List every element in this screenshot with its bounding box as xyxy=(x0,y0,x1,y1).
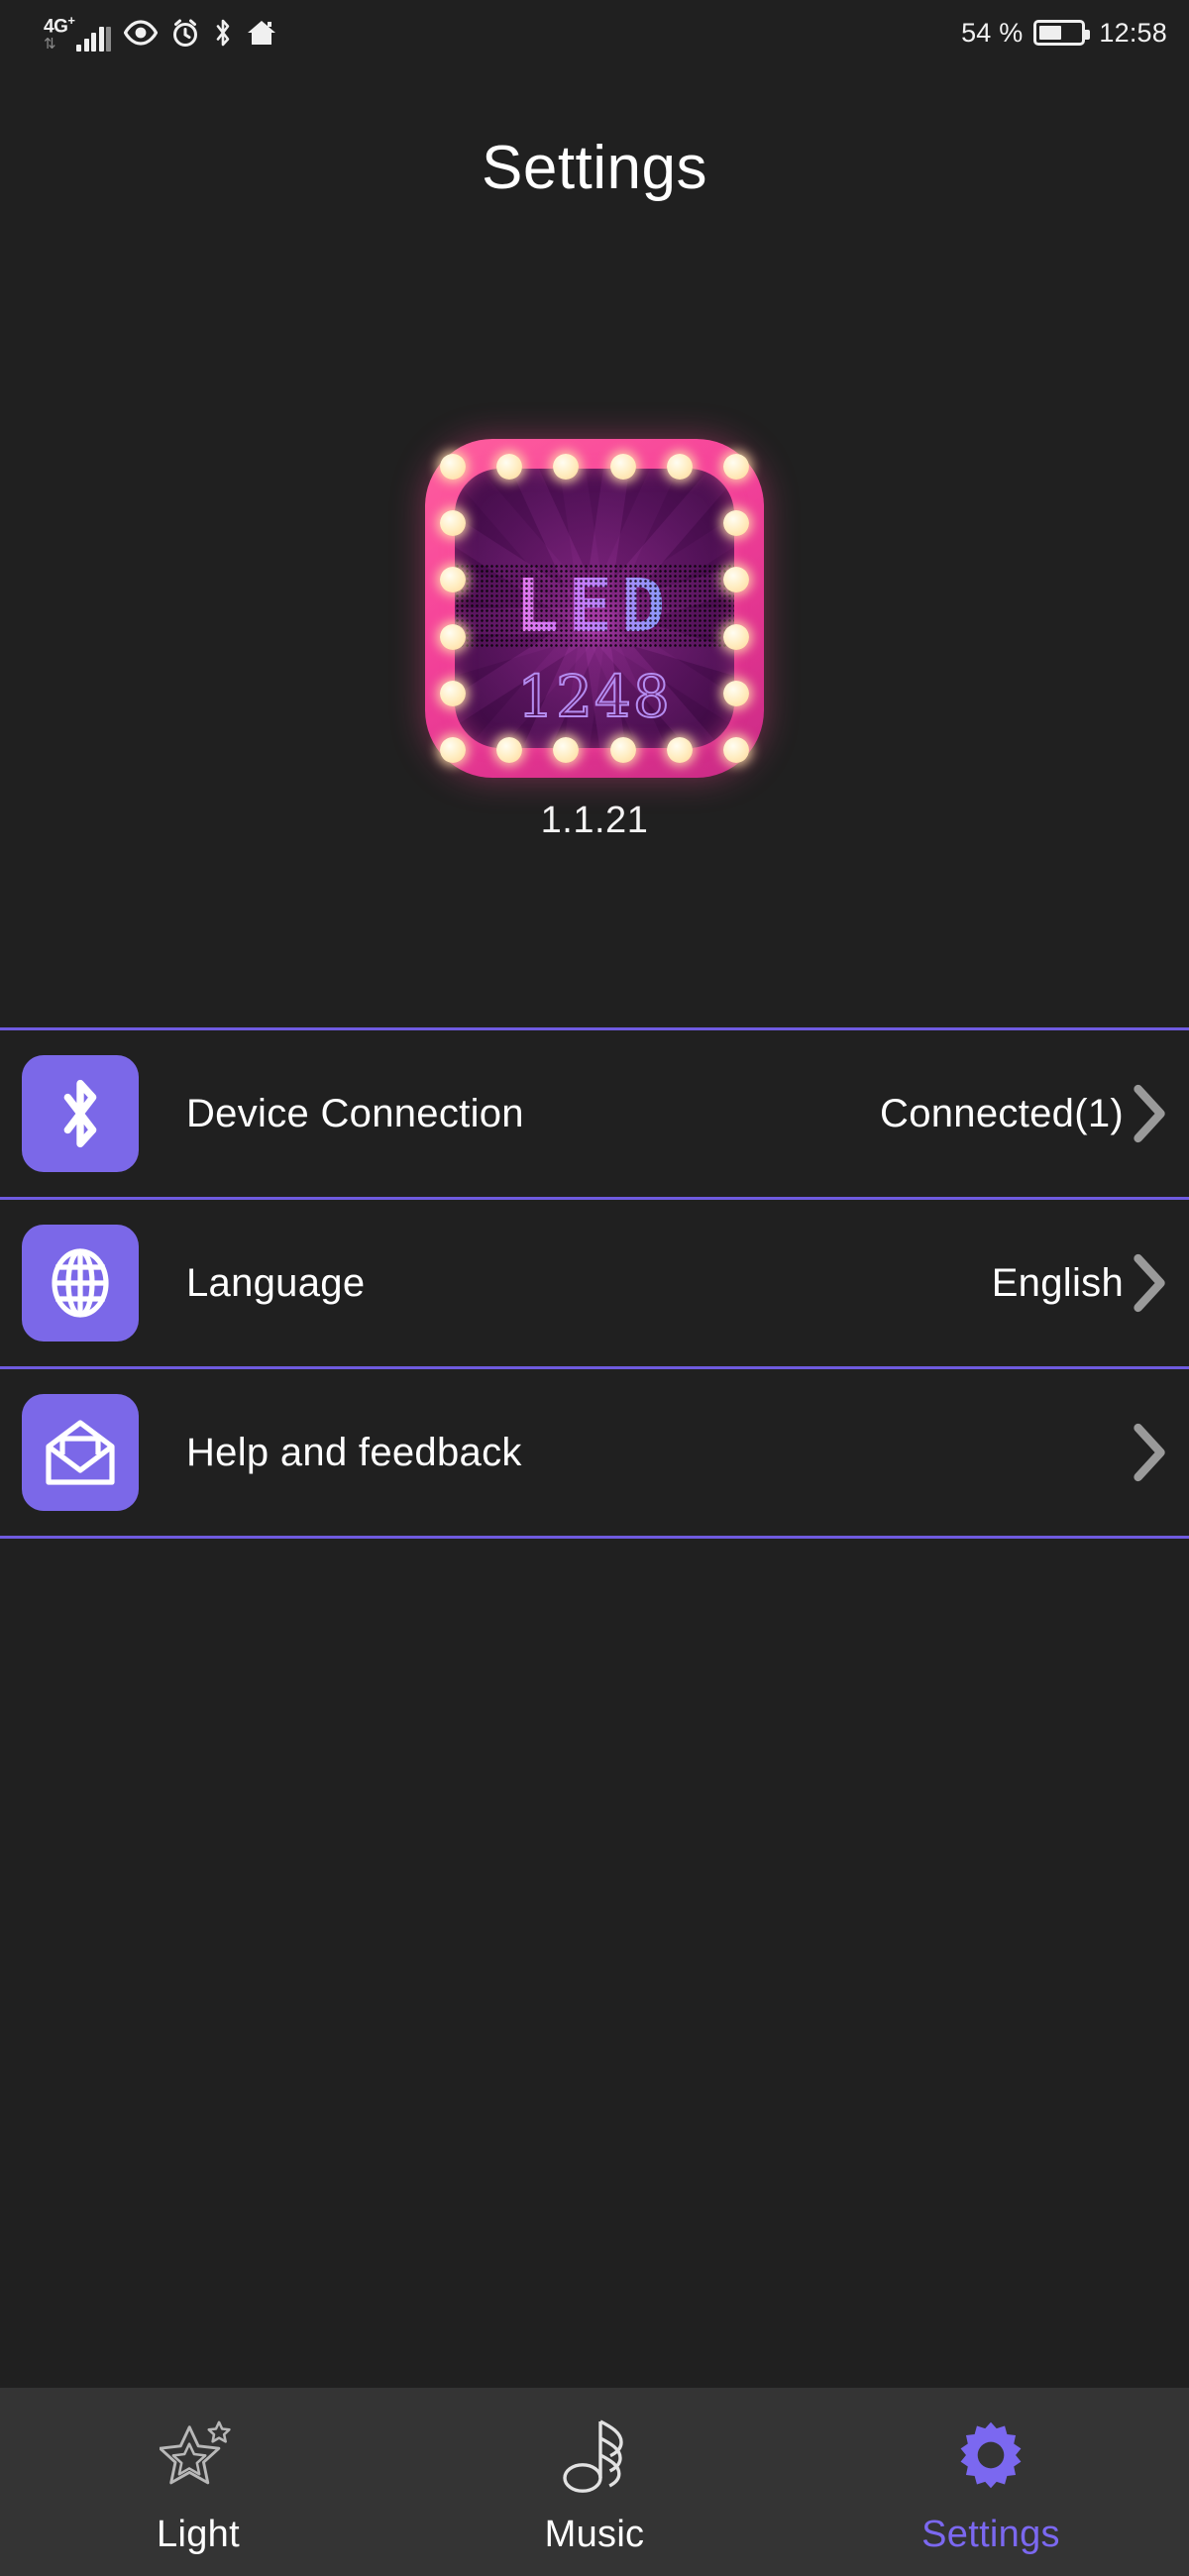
app-version-label: 1.1.21 xyxy=(540,800,649,841)
settings-row-label: Help and feedback xyxy=(186,1430,522,1474)
envelope-icon xyxy=(22,1394,139,1511)
bottom-navigation-bar: Light Music Settings xyxy=(0,2388,1189,2576)
eye-icon xyxy=(124,20,159,46)
page-title: Settings xyxy=(481,134,708,202)
list-divider xyxy=(0,1536,1189,1539)
music-note-icon xyxy=(562,2415,627,2496)
settings-row-device-connection[interactable]: Device Connection Connected(1) xyxy=(0,1030,1189,1197)
chevron-right-icon[interactable] xyxy=(1128,1420,1169,1485)
tab-label: Light xyxy=(157,2513,240,2555)
clock-label: 12:58 xyxy=(1099,17,1167,48)
network-indicator: 4G+ ⇅ xyxy=(44,12,112,54)
status-bar: 4G+ ⇅ 54 % 12:58 xyxy=(0,0,1189,65)
settings-list: Device Connection Connected(1) Language … xyxy=(0,1027,1189,1539)
tab-label: Music xyxy=(544,2513,645,2555)
chevron-right-icon[interactable] xyxy=(1128,1250,1169,1316)
settings-row-label: Language xyxy=(186,1260,366,1305)
globe-icon xyxy=(22,1225,139,1342)
settings-row-label: Device Connection xyxy=(186,1091,524,1135)
network-type: 4G+ ⇅ xyxy=(44,12,75,54)
data-transfer-icon: ⇅ xyxy=(44,36,56,54)
settings-row-value: English xyxy=(991,1260,1124,1305)
app-logo-number: 1248 xyxy=(516,662,672,731)
settings-row-value: Connected(1) xyxy=(880,1091,1124,1135)
chevron-right-icon[interactable] xyxy=(1128,1081,1169,1146)
network-generation-label: 4G+ xyxy=(44,12,75,38)
app-logo-screen: LED 1248 xyxy=(455,469,734,748)
led-dot-grid-overlay xyxy=(455,564,734,649)
bluetooth-icon xyxy=(217,19,230,47)
gear-icon xyxy=(955,2415,1027,2496)
status-bar-right: 54 % 12:58 xyxy=(961,18,1167,49)
signal-bars-icon xyxy=(76,26,112,53)
battery-icon xyxy=(1033,20,1091,46)
tab-music[interactable]: Music xyxy=(396,2388,793,2576)
status-bar-left: 4G+ ⇅ xyxy=(44,12,277,54)
settings-row-language[interactable]: Language English xyxy=(0,1200,1189,1366)
app-info-block: LED 1248 1.1.21 xyxy=(425,439,764,842)
stars-icon xyxy=(160,2415,237,2496)
alarm-clock-icon xyxy=(173,19,198,47)
tab-light[interactable]: Light xyxy=(0,2388,396,2576)
home-icon xyxy=(248,20,276,45)
tab-label: Settings xyxy=(921,2513,1060,2555)
battery-percent-label: 54 % xyxy=(961,17,1024,48)
settings-row-help-and-feedback[interactable]: Help and feedback xyxy=(0,1369,1189,1536)
tab-settings[interactable]: Settings xyxy=(793,2388,1189,2576)
bluetooth-icon xyxy=(22,1055,139,1172)
led-marquee-app-logo: LED 1248 xyxy=(425,439,764,778)
